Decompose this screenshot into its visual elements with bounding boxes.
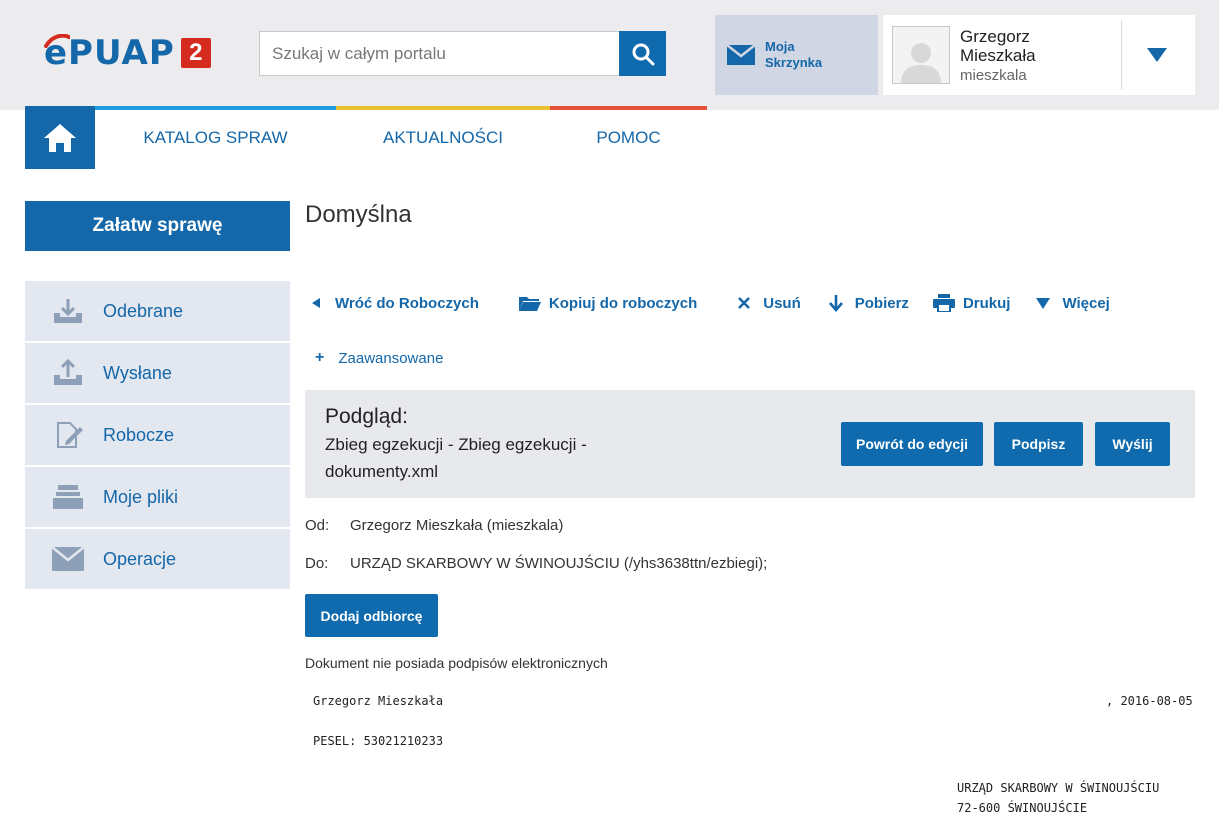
mailbox-label: Moja Skrzynka	[765, 39, 823, 70]
nav-pomoc[interactable]: POMOC	[550, 106, 707, 169]
chevron-down-icon	[1032, 297, 1054, 309]
toolbar-label: Więcej	[1062, 294, 1110, 312]
nav-color-bar	[95, 106, 336, 110]
preview-document-name: Zbieg egzekucji - Zbieg egzekucji - doku…	[325, 435, 587, 481]
document-toolbar: Wróć do Roboczych Kopiuj do roboczych Us…	[305, 290, 1110, 316]
user-menu-toggle[interactable]	[1145, 43, 1169, 67]
nav-color-bar	[550, 106, 707, 110]
nav-color-bar	[336, 106, 550, 110]
sidebar-item-odebrane[interactable]: Odebrane	[25, 281, 290, 343]
sidebar-item-robocze[interactable]: Robocze	[25, 405, 290, 467]
document-recipient-line1: URZĄD SKARBOWY W ŚWINOUJŚCIU	[957, 781, 1160, 795]
delete-button[interactable]: Usuń	[733, 295, 801, 312]
printer-icon	[932, 294, 955, 312]
preview-title: Podgląd:	[325, 405, 408, 428]
sidebar-item-moje-pliki[interactable]: Moje pliki	[25, 467, 290, 529]
user-login: mieszkala	[960, 67, 1027, 84]
logo-swoosh-icon	[44, 34, 70, 48]
back-to-edit-button[interactable]: Powrót do edycji	[841, 422, 983, 466]
draft-edit-icon	[51, 420, 85, 450]
to-label: Do:	[305, 555, 329, 572]
user-name: Grzegorz Mieszkała	[960, 27, 1036, 65]
search-button[interactable]	[619, 31, 666, 76]
toolbar-label: Pobierz	[854, 294, 909, 312]
epuap-logo[interactable]: ePUAP 2	[44, 34, 211, 70]
document-sender-name: Grzegorz Mieszkała	[313, 694, 444, 708]
search-bar	[259, 31, 666, 76]
main-nav: KATALOG SPRAW AKTUALNOŚCI POMOC	[25, 106, 707, 169]
from-label: Od:	[305, 517, 330, 534]
sidebar-item-label: Wysłane	[103, 362, 172, 383]
user-silhouette-icon	[901, 43, 941, 83]
from-value: Grzegorz Mieszkała (mieszkala)	[350, 517, 564, 534]
chevron-down-icon	[1147, 48, 1167, 62]
nav-label: KATALOG SPRAW	[143, 127, 288, 147]
from-row: Od: Grzegorz Mieszkała (mieszkala)	[305, 517, 563, 534]
preview-panel: Podgląd: Zbieg egzekucji - Zbieg egzekuc…	[305, 390, 1195, 498]
advanced-toggle[interactable]: + Zaawansowane	[315, 349, 443, 367]
nav-label: AKTUALNOŚCI	[383, 127, 503, 147]
search-icon	[632, 43, 654, 65]
more-button[interactable]: Więcej	[1032, 294, 1110, 312]
send-button[interactable]: Wyślij	[1095, 422, 1170, 466]
caret-left-icon	[305, 298, 327, 308]
add-recipient-button[interactable]: Dodaj odbiorcę	[305, 594, 438, 637]
handle-case-button[interactable]: Załatw sprawę	[25, 201, 290, 251]
document-recipient-line2: 72-600 ŚWINOUJŚCIE	[957, 801, 1088, 815]
document-pesel: PESEL: 53021210233	[313, 734, 444, 748]
mailbox-envelope-icon	[727, 45, 755, 65]
my-mailbox-button[interactable]: Moja Skrzynka	[715, 15, 878, 95]
sidebar-item-operacje[interactable]: Operacje	[25, 529, 290, 589]
print-button[interactable]: Drukuj	[932, 294, 1011, 312]
copy-to-drafts-button[interactable]: Kopiuj do roboczych	[518, 294, 698, 312]
sidebar-item-label: Odebrane	[103, 300, 184, 321]
home-icon	[44, 123, 76, 152]
sidebar-item-wyslane[interactable]: Wysłane	[25, 343, 290, 405]
toolbar-label: Drukuj	[962, 294, 1011, 312]
download-button[interactable]: Pobierz	[825, 294, 909, 312]
nav-katalog-spraw[interactable]: KATALOG SPRAW	[95, 106, 336, 169]
top-header: ePUAP 2 Moja Skrzynka Grzegorz Mieszkała…	[0, 0, 1219, 110]
to-value: URZĄD SKARBOWY W ŚWINOUJŚCIU (/yhs3638tt…	[350, 555, 768, 572]
divider	[1121, 20, 1122, 90]
sidebar-menu: Odebrane Wysłane Robocze Moje pliki Oper…	[25, 281, 290, 589]
search-input[interactable]	[259, 31, 619, 76]
toolbar-label: Usuń	[763, 294, 801, 312]
toolbar-label: Kopiuj do roboczych	[548, 294, 698, 312]
nav-label: POMOC	[596, 127, 661, 147]
sidebar-item-label: Moje pliki	[103, 486, 179, 507]
folder-icon	[518, 295, 541, 312]
to-row: Do: URZĄD SKARBOWY W ŚWINOUJŚCIU (/yhs36…	[305, 555, 767, 572]
envelope-icon	[51, 544, 85, 574]
user-panel: Grzegorz Mieszkała mieszkala	[883, 15, 1195, 95]
document-date: , 2016-08-05	[1106, 694, 1193, 708]
plus-icon: +	[315, 349, 325, 366]
avatar[interactable]	[892, 26, 950, 84]
sidebar-item-label: Operacje	[103, 548, 177, 569]
arrow-down-icon	[825, 294, 847, 312]
inbox-download-icon	[51, 296, 85, 326]
signature-note: Dokument nie posiada podpisów elektronic…	[305, 655, 608, 671]
nav-aktualnosci[interactable]: AKTUALNOŚCI	[336, 106, 550, 169]
advanced-label: Zaawansowane	[338, 349, 444, 367]
page-title: Domyślna	[305, 201, 412, 228]
sidebar-item-label: Robocze	[103, 424, 175, 445]
outbox-upload-icon	[51, 358, 85, 388]
back-to-drafts-button[interactable]: Wróć do Roboczych	[305, 295, 479, 312]
home-button[interactable]	[25, 106, 95, 169]
sign-button[interactable]: Podpisz	[994, 422, 1083, 466]
files-tray-icon	[51, 482, 85, 512]
close-icon	[733, 297, 755, 309]
logo-badge: 2	[180, 38, 211, 68]
toolbar-label: Wróć do Roboczych	[335, 294, 479, 312]
